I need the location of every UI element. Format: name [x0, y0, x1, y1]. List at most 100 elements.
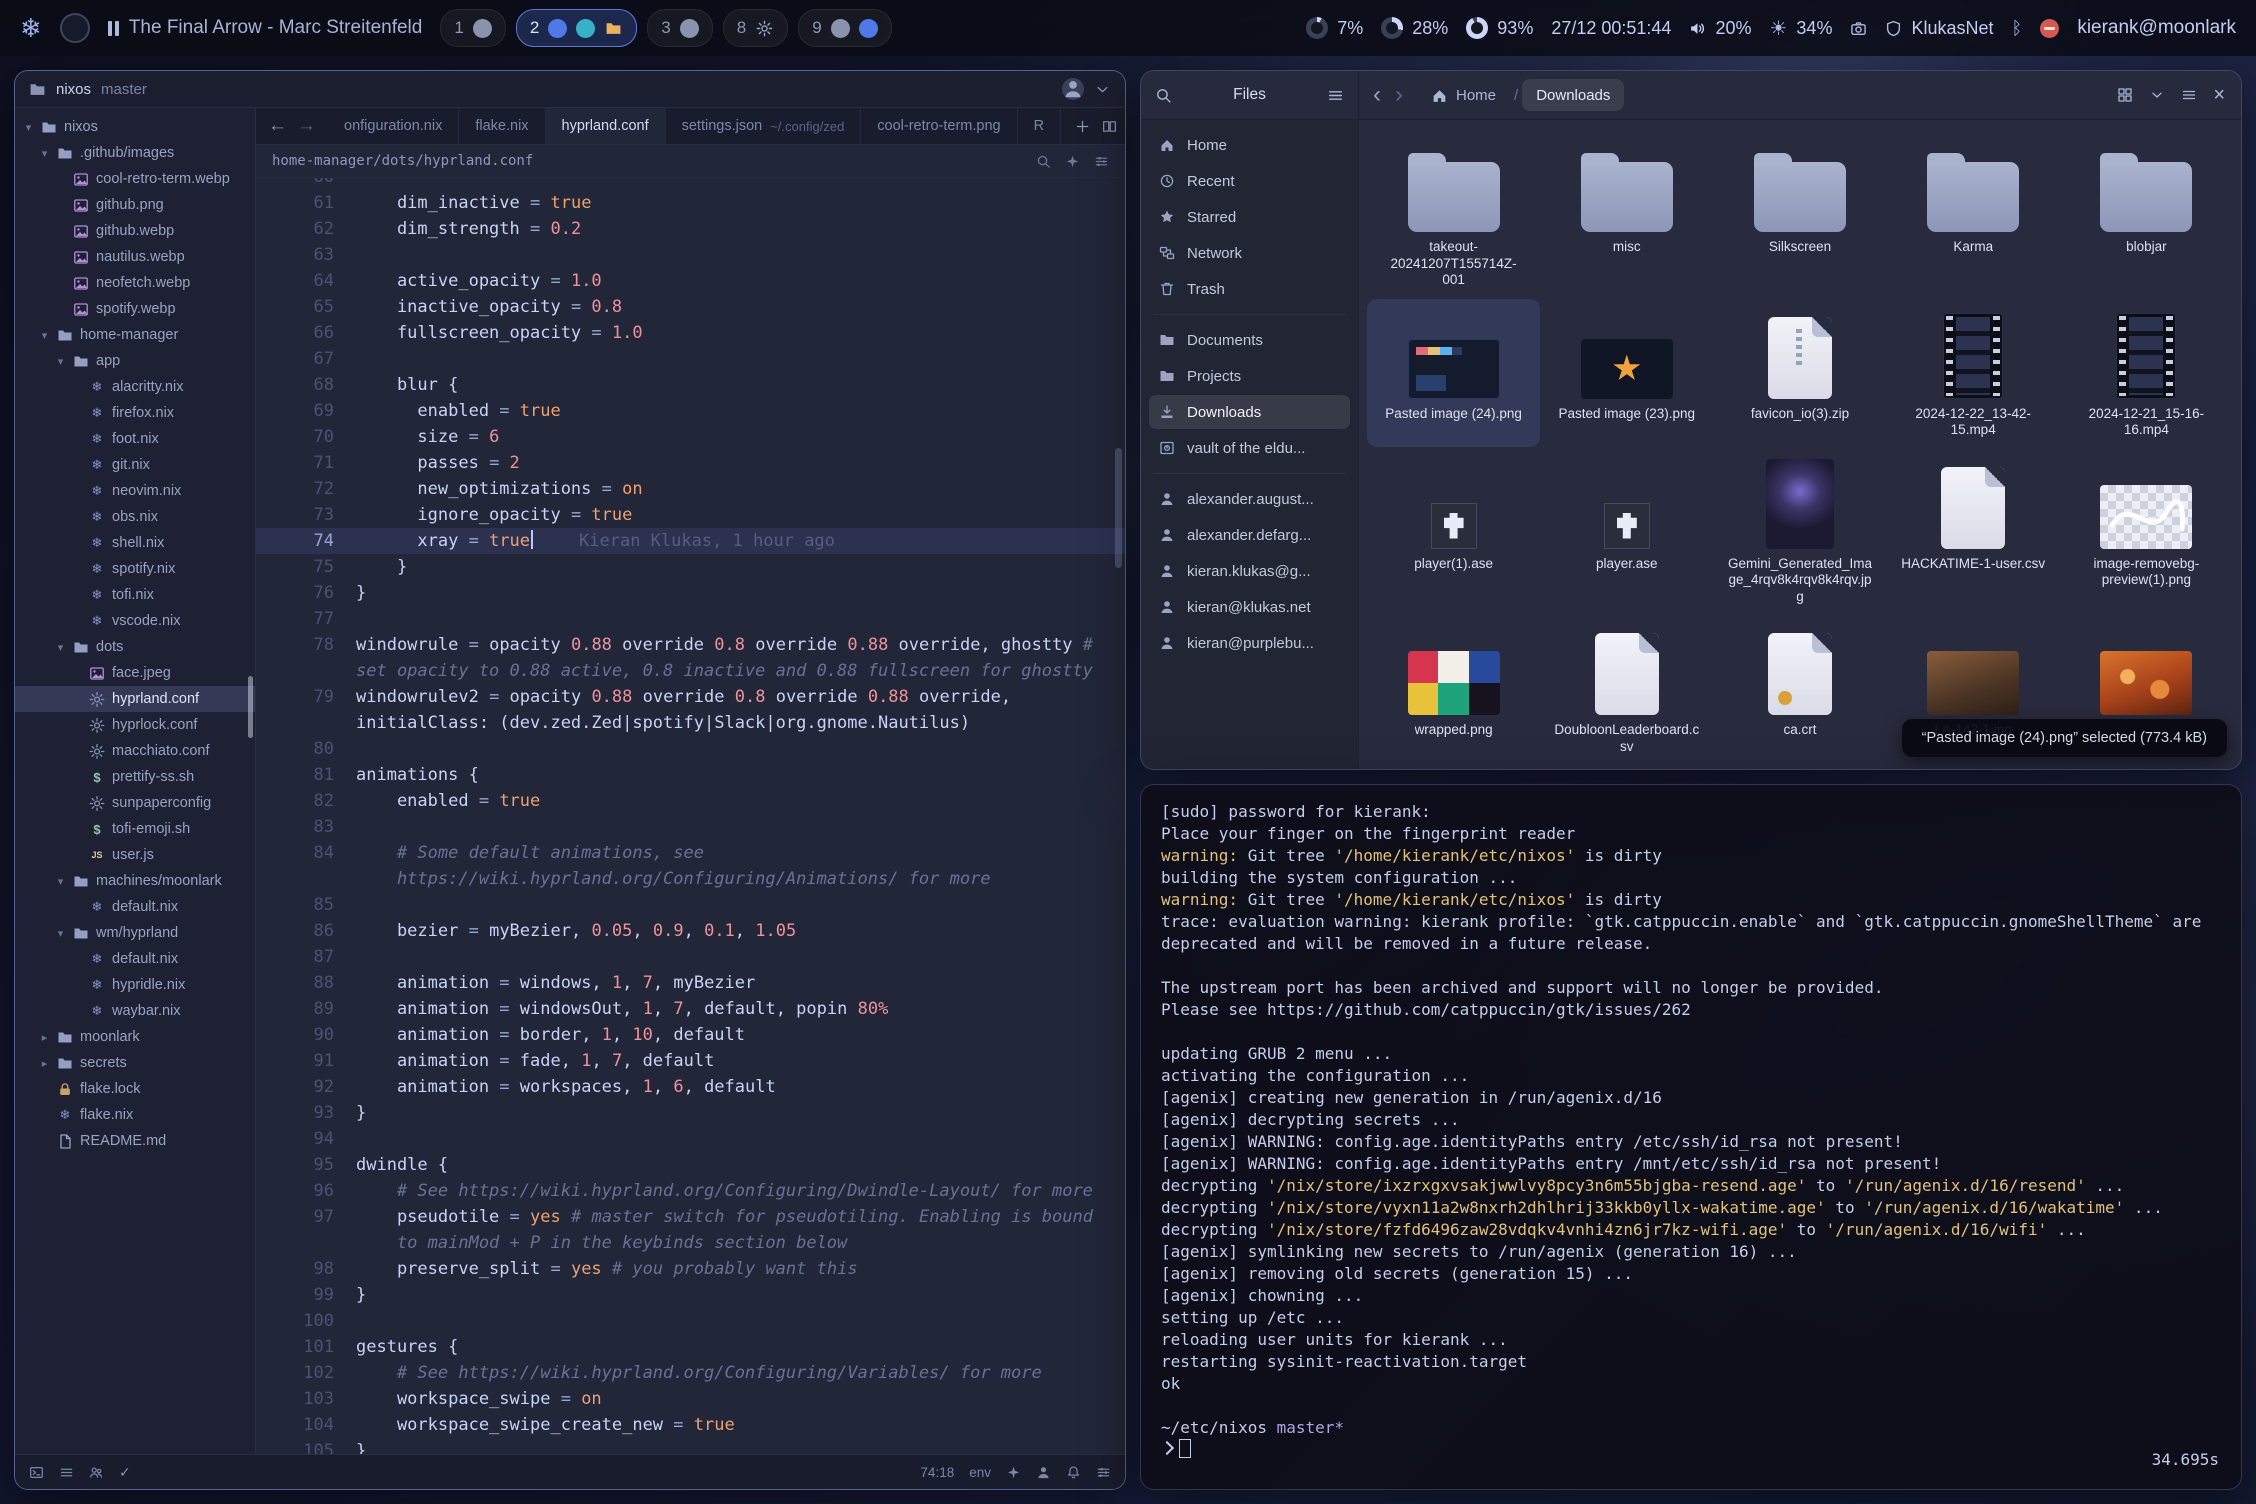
- tree-item[interactable]: ▾dots: [15, 634, 255, 660]
- sidebar-account-item[interactable]: kieran@purplebu...: [1149, 626, 1350, 660]
- forward-icon[interactable]: ›: [1395, 81, 1403, 109]
- view-grid-icon[interactable]: [2117, 87, 2133, 103]
- tree-item[interactable]: github.png: [15, 192, 255, 218]
- code-line[interactable]: 85: [256, 892, 1125, 918]
- files-grid-item[interactable]: Silkscreen: [1713, 132, 1886, 297]
- files-grid-item[interactable]: takeout-20241207T155714Z-001: [1367, 132, 1540, 297]
- code-line[interactable]: 87: [256, 944, 1125, 970]
- tree-item[interactable]: README.md: [15, 1128, 255, 1154]
- tree-item[interactable]: hyprlock.conf: [15, 712, 255, 738]
- code-line[interactable]: 67: [256, 346, 1125, 372]
- sidebar-item-vault-of-the-eldu-[interactable]: vault of the eldu...: [1149, 431, 1350, 465]
- code-line[interactable]: 103workspace_swipe = on: [256, 1386, 1125, 1412]
- code-line[interactable]: 62dim_strength = 0.2: [256, 216, 1125, 242]
- tree-item[interactable]: ❄waybar.nix: [15, 998, 255, 1024]
- disk-module[interactable]: 93%: [1466, 17, 1533, 39]
- tree-item[interactable]: hyprland.conf: [15, 686, 255, 712]
- tab-flake-nix[interactable]: flake.nix: [459, 108, 545, 144]
- code-line[interactable]: 77: [256, 606, 1125, 632]
- volume-module[interactable]: 20%: [1689, 18, 1751, 39]
- tree-item[interactable]: ❄default.nix: [15, 946, 255, 972]
- files-content[interactable]: takeout-20241207T155714Z-001miscSilkscre…: [1359, 120, 2241, 769]
- tree-item[interactable]: github.webp: [15, 218, 255, 244]
- workspace-9[interactable]: 9: [798, 9, 891, 47]
- code-line[interactable]: 101gestures {: [256, 1334, 1125, 1360]
- code-line[interactable]: 72new_optimizations = on: [256, 476, 1125, 502]
- terminal-window[interactable]: [sudo] password for kierank: Place your …: [1140, 784, 2242, 1490]
- code-line[interactable]: 99}: [256, 1282, 1125, 1308]
- code-line[interactable]: 76}: [256, 580, 1125, 606]
- menu-icon[interactable]: [2181, 87, 2197, 103]
- sidebar-item-documents[interactable]: Documents: [1149, 323, 1350, 357]
- code-line[interactable]: 70size = 6: [256, 424, 1125, 450]
- code-line[interactable]: 89animation = windowsOut, 1, 7, default,…: [256, 996, 1125, 1022]
- terminal-panel-icon[interactable]: [29, 1465, 44, 1480]
- code-line[interactable]: 82enabled = true: [256, 788, 1125, 814]
- sidebar-item-projects[interactable]: Projects: [1149, 359, 1350, 393]
- split-pane-icon[interactable]: [1102, 119, 1117, 134]
- search-icon[interactable]: [1155, 87, 1172, 104]
- tree-item[interactable]: neofetch.webp: [15, 270, 255, 296]
- brightness-module[interactable]: ☀ 34%: [1769, 16, 1832, 41]
- code-line[interactable]: 64active_opacity = 1.0: [256, 268, 1125, 294]
- tab-onfiguration-nix[interactable]: onfiguration.nix: [328, 108, 459, 144]
- code-line[interactable]: 88animation = windows, 1, 7, myBezier: [256, 970, 1125, 996]
- workspace-2[interactable]: 2: [516, 9, 637, 47]
- code-line[interactable]: 75}: [256, 554, 1125, 580]
- code-line[interactable]: 81animations {: [256, 762, 1125, 788]
- code-line[interactable]: 79windowrulev2 = opacity 0.88 override 0…: [256, 684, 1125, 736]
- inline-assist-icon[interactable]: [1065, 154, 1080, 169]
- close-icon[interactable]: ×: [2213, 84, 2225, 107]
- code-line[interactable]: 61dim_inactive = true: [256, 190, 1125, 216]
- files-grid-item[interactable]: 2024-12-21_15-16-16.mp4: [2060, 299, 2233, 447]
- sidebar-account-item[interactable]: alexander.august...: [1149, 482, 1350, 516]
- tab-r[interactable]: R: [1018, 108, 1061, 144]
- tree-item[interactable]: ❄alacritty.nix: [15, 374, 255, 400]
- files-window[interactable]: Files ‹ › Home / Downloads × HomeRecentS…: [1140, 70, 2242, 770]
- editor-scrollbar[interactable]: [1115, 448, 1122, 568]
- diagnostics-icon[interactable]: [59, 1465, 74, 1480]
- code-line[interactable]: 65inactive_opacity = 0.8: [256, 294, 1125, 320]
- code-line[interactable]: 83: [256, 814, 1125, 840]
- code-line[interactable]: 105}: [256, 1438, 1125, 1454]
- code-line[interactable]: 69enabled = true: [256, 398, 1125, 424]
- tree-item[interactable]: ❄foot.nix: [15, 426, 255, 452]
- code-line[interactable]: 74xray = trueKieran Klukas, 1 hour ago: [256, 528, 1125, 554]
- tree-item[interactable]: ▾app: [15, 348, 255, 374]
- files-grid-item[interactable]: HACKATIME-1-user.csv: [1887, 449, 2060, 614]
- files-grid-item[interactable]: Karma: [1887, 132, 2060, 297]
- tree-item[interactable]: $prettify-ss.sh: [15, 764, 255, 790]
- files-grid-item[interactable]: image-removebg-preview(1).png: [2060, 449, 2233, 614]
- copilot-icon[interactable]: [1006, 1465, 1021, 1480]
- notifications-icon[interactable]: [1066, 1465, 1081, 1480]
- memory-module[interactable]: 28%: [1381, 17, 1448, 39]
- tree-item[interactable]: macchiato.conf: [15, 738, 255, 764]
- code-line[interactable]: 86bezier = myBezier, 0.05, 0.9, 0.1, 1.0…: [256, 918, 1125, 944]
- files-grid-item[interactable]: DoubloonLeaderboard.csv: [1540, 615, 1713, 763]
- tree-item[interactable]: flake.lock: [15, 1076, 255, 1102]
- tree-item[interactable]: ❄default.nix: [15, 894, 255, 920]
- search-icon[interactable]: [1036, 154, 1051, 169]
- git-branch[interactable]: master: [101, 81, 147, 98]
- code-line[interactable]: 63: [256, 242, 1125, 268]
- code-editor[interactable]: 6061dim_inactive = true62dim_strength = …: [256, 178, 1125, 1454]
- files-grid-item[interactable]: Pasted image (24).png: [1367, 299, 1540, 447]
- sidebar-item-trash[interactable]: Trash: [1149, 272, 1350, 306]
- media-module[interactable]: The Final Arrow - Marc Streitenfeld: [108, 17, 423, 39]
- tree-item[interactable]: spotify.webp: [15, 296, 255, 322]
- editor-settings-icon[interactable]: [1094, 154, 1109, 169]
- network-module[interactable]: KlukasNet: [1885, 18, 1993, 39]
- code-line[interactable]: 104workspace_swipe_create_new = true: [256, 1412, 1125, 1438]
- files-grid-item[interactable]: blobjar: [2060, 132, 2233, 297]
- clock-module[interactable]: 27/12 00:51:44: [1551, 18, 1671, 39]
- tree-item[interactable]: ❄firefox.nix: [15, 400, 255, 426]
- chevron-down-icon[interactable]: [1094, 81, 1111, 98]
- files-grid-item[interactable]: player(1).ase: [1367, 449, 1540, 614]
- editor-titlebar[interactable]: nixos master: [15, 71, 1125, 108]
- workspace-1[interactable]: 1: [440, 9, 505, 47]
- files-grid-item[interactable]: player.ase: [1540, 449, 1713, 614]
- code-line[interactable]: 100: [256, 1308, 1125, 1334]
- cursor-position[interactable]: 74:18: [920, 1465, 954, 1480]
- tree-item[interactable]: ▾nixos: [15, 114, 255, 140]
- files-grid-item[interactable]: misc: [1540, 132, 1713, 297]
